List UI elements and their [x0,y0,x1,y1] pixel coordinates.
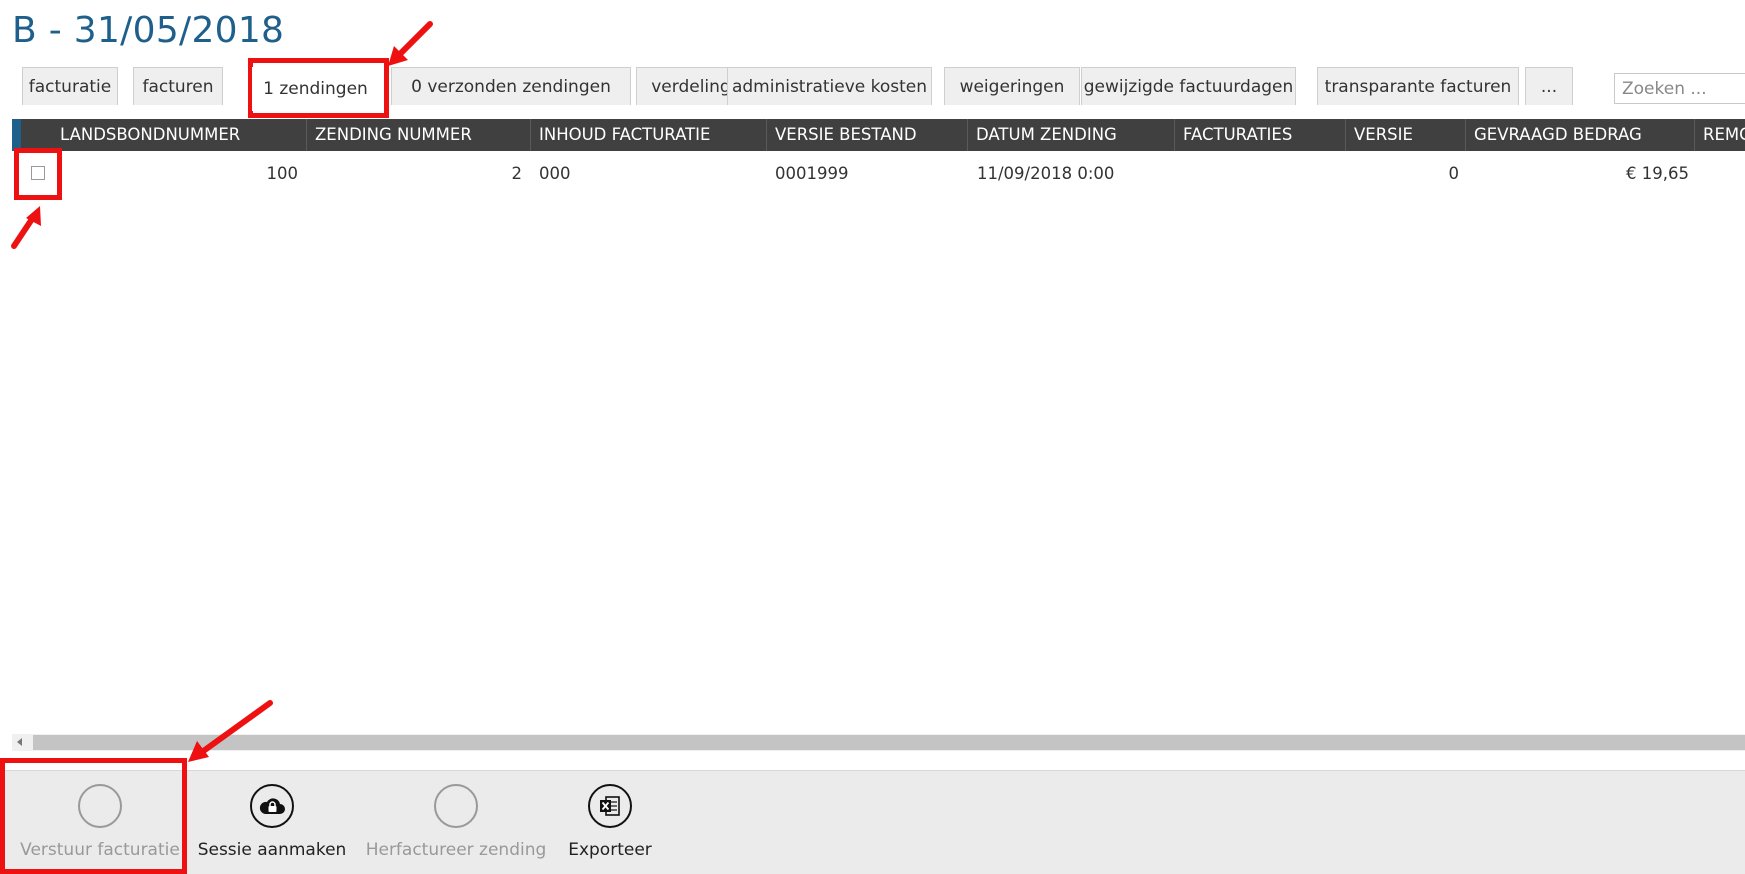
tab-gewijzigde-factuurdagen[interactable]: gewijzigde factuurdagen [1081,67,1296,105]
cell-gevraagd-bedrag: € 19,65 [1626,164,1689,183]
herfactureer-zending-button[interactable]: Herfactureer zending [366,771,546,874]
tab-transparante-facturen[interactable]: transparante facturen [1317,67,1519,105]
column-header-datum-zending[interactable]: DATUM ZENDING [967,119,1174,151]
column-header-gevraagd-bedrag[interactable]: GEVRAAGD BEDRAG [1465,119,1694,151]
scroll-left-icon[interactable] [17,738,22,746]
excel-export-icon [588,784,632,828]
herfactureer-zending-label: Herfactureer zending [365,840,547,860]
action-toolbar: Verstuur facturatie Sessie aanmaken Herf… [0,770,1745,874]
cell-facturaties [1183,158,1338,190]
exporteer-button[interactable]: Exporteer [562,771,658,874]
column-header-inhoud-facturatie[interactable]: INHOUD FACTURATIE [530,119,766,151]
cell-landsbondnummer: 100 [266,164,299,183]
cell-datum-zending: 11/09/2018 0:00 [977,164,1115,183]
column-header-landsbondnummer[interactable]: LANDSBONDNUMMER [52,119,302,151]
verstuur-facturatie-button[interactable]: Verstuur facturatie [20,771,180,874]
table-row[interactable]: 100 2 000 0001999 11/09/2018 0:00 0 € 19… [12,158,1745,190]
red-arrow-icon [11,206,41,249]
exporteer-label: Exporteer [568,840,652,860]
red-arrow-icon [188,700,273,762]
empty-circle-icon [434,784,478,828]
cloud-lock-icon [250,784,294,828]
column-header-facturaties[interactable]: FACTURATIES [1174,119,1345,151]
tab-verzonden-zendingen[interactable]: 0 verzonden zendingen [391,67,631,105]
cell-inhoud-facturatie: 000 [539,164,571,183]
tab-more[interactable]: ... [1525,67,1573,105]
column-header-remgeld[interactable]: REMGELD [1694,119,1745,151]
row-checkbox[interactable] [31,166,45,180]
cell-versie-bestand: 0001999 [775,164,849,183]
tab-zendingen[interactable]: 1 zendingen [252,67,379,111]
column-header-zending-nummer[interactable]: ZENDING NUMMER [306,119,530,151]
page-title: B - 31/05/2018 [12,10,285,51]
column-header-versie-bestand[interactable]: VERSIE BESTAND [766,119,967,151]
header-accent-bar [12,119,21,151]
sessie-aanmaken-label: Sessie aanmaken [197,840,347,860]
horizontal-scrollbar[interactable] [12,734,1745,751]
cell-versie: 0 [1448,164,1460,183]
tab-weigeringen[interactable]: weigeringen [944,67,1080,105]
grid-header: LANDSBONDNUMMER ZENDING NUMMER INHOUD FA… [12,119,1745,151]
scrollbar-thumb[interactable] [33,735,1745,750]
column-header-versie[interactable]: VERSIE [1345,119,1465,151]
empty-circle-icon [78,784,122,828]
tab-administratieve-kosten[interactable]: administratieve kosten [727,67,932,105]
red-arrow-icon [388,21,433,66]
verstuur-facturatie-label: Verstuur facturatie [20,840,180,860]
tab-facturen[interactable]: facturen [133,67,223,105]
tab-facturatie[interactable]: facturatie [22,67,118,105]
cell-zending-nummer: 2 [511,164,523,183]
sessie-aanmaken-button[interactable]: Sessie aanmaken [194,771,350,874]
search-input[interactable] [1614,73,1745,104]
